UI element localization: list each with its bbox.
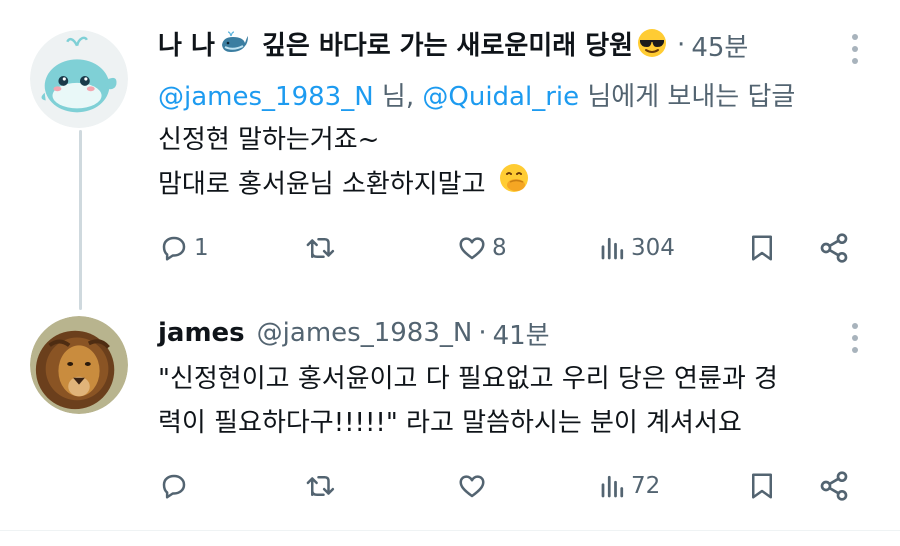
like-button[interactable]: 8 — [456, 228, 507, 268]
reply-count: 1 — [194, 235, 209, 261]
replying-to-line: @james_1983_N 님, @Quidal_rie 님에게 보내는 답글 — [158, 76, 795, 113]
avatar-lion[interactable] — [30, 316, 128, 414]
bookmark-button[interactable] — [748, 466, 776, 506]
more-dot-icon — [852, 34, 858, 40]
user-handle[interactable]: @james_1983_N — [257, 318, 473, 348]
tweet-1-actions: 1 8 304 — [158, 228, 860, 268]
reply-icon — [162, 474, 186, 499]
tweet-text-line: 맘대로 홍서윤님 소환하지말고 — [158, 162, 534, 208]
reply-button[interactable]: 1 — [158, 228, 209, 268]
reply-button[interactable] — [158, 466, 194, 506]
views-icon — [601, 475, 624, 498]
share-button[interactable] — [818, 228, 850, 268]
retweet-button[interactable] — [304, 228, 342, 268]
bookmark-button[interactable] — [748, 228, 776, 268]
hand-over-mouth-emoji-icon — [498, 162, 530, 208]
reply-icon — [162, 236, 186, 261]
more-dot-icon — [852, 58, 858, 64]
lion-avatar-icon — [30, 316, 128, 414]
tweet-time[interactable]: 41분 — [493, 315, 550, 352]
share-icon — [820, 471, 848, 501]
whale-emoji-icon — [219, 31, 249, 62]
whale-avatar-icon — [30, 30, 128, 128]
tweet-text: 신정현 말하는거죠~ 맘대로 홍서윤님 소환하지말고 — [158, 118, 534, 208]
sunglasses-emoji-icon — [637, 28, 667, 65]
thread-connector-line — [79, 130, 82, 310]
retweet-icon — [306, 238, 335, 258]
like-count: 8 — [492, 235, 507, 261]
header-separator: · — [478, 318, 487, 348]
tweet-text-line: 신정현 말하는거죠~ — [158, 125, 380, 155]
reply-to-text: 님, — [373, 82, 423, 112]
header-separator: · — [677, 30, 686, 60]
display-name[interactable]: james — [158, 318, 245, 348]
views-icon — [601, 237, 624, 260]
views-count: 304 — [631, 235, 675, 261]
more-options-button[interactable] — [850, 34, 860, 64]
more-dot-icon — [852, 347, 858, 353]
tweet-1-header: 나 나 깊은 바다로 가는 새로운미래 당원 · 45분 — [158, 25, 748, 65]
bottom-divider — [0, 530, 900, 531]
retweet-button[interactable] — [304, 466, 342, 506]
tweet-time[interactable]: 45분 — [691, 27, 748, 64]
tweet-2-header: james @james_1983_N · 41분 — [158, 313, 550, 353]
heart-icon — [459, 475, 485, 498]
more-dot-icon — [852, 335, 858, 341]
tweet-text-line: "신정현이고 홍서윤이고 다 필요없고 우리 당은 연륜과 경 — [158, 364, 778, 394]
more-options-button[interactable] — [850, 323, 860, 353]
more-dot-icon — [852, 46, 858, 52]
retweet-icon — [306, 476, 335, 496]
like-button[interactable] — [456, 466, 492, 506]
mention-link[interactable]: @james_1983_N — [158, 82, 374, 112]
share-button[interactable] — [818, 466, 850, 506]
tweet-text-line: 력이 필요하다구!!!!!" 라고 말씀하시는 분이 계셔서요 — [158, 408, 742, 438]
display-name[interactable]: 나 나 깊은 바다로 가는 새로운미래 당원 — [158, 25, 671, 65]
tweet-2-actions: 72 — [158, 466, 860, 506]
views-button[interactable]: 304 — [599, 228, 675, 268]
avatar-whale[interactable] — [30, 30, 128, 128]
mention-link[interactable]: @Quidal_rie — [422, 82, 579, 112]
bookmark-icon — [752, 473, 772, 499]
share-icon — [820, 233, 848, 263]
bookmark-icon — [752, 235, 772, 261]
heart-icon — [459, 237, 485, 260]
tweet-text: "신정현이고 홍서윤이고 다 필요없고 우리 당은 연륜과 경 력이 필요하다구… — [158, 357, 778, 445]
views-button[interactable]: 72 — [599, 466, 660, 506]
more-dot-icon — [852, 323, 858, 329]
views-count: 72 — [631, 473, 661, 499]
reply-to-text: 님에게 보내는 답글 — [579, 82, 796, 112]
